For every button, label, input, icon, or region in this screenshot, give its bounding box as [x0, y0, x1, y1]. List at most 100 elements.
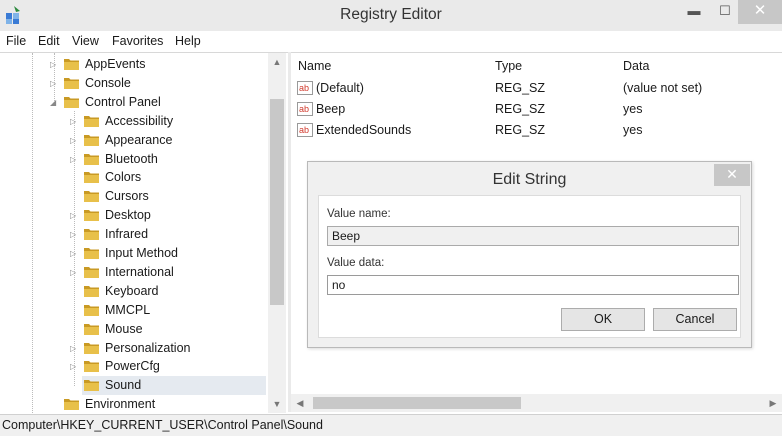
- tree-item-label: Cursors: [105, 189, 149, 204]
- tree-item[interactable]: Cursors: [82, 187, 266, 206]
- expand-arrow-icon[interactable]: ◢: [50, 93, 56, 112]
- scroll-down-arrow-icon[interactable]: ▼: [268, 395, 286, 413]
- menu-favorites[interactable]: Favorites: [112, 34, 163, 48]
- value-row-beep[interactable]: ab Beep REG_SZ yes: [291, 99, 782, 120]
- folder-icon: [84, 115, 99, 127]
- tree-item[interactable]: Environment: [62, 395, 266, 413]
- status-bar-path: Computer\HKEY_CURRENT_USER\Control Panel…: [0, 414, 782, 436]
- folder-icon: [84, 134, 99, 146]
- tree-item[interactable]: ▷ Infrared: [70, 225, 266, 244]
- folder-icon: [84, 248, 99, 259]
- expand-arrow-icon[interactable]: ▷: [70, 112, 76, 131]
- minimize-button[interactable]: ▬: [678, 0, 710, 24]
- tree-item[interactable]: ▷ AppEvents: [50, 55, 266, 74]
- menu-file[interactable]: File: [6, 34, 26, 48]
- scroll-thumb[interactable]: [270, 99, 284, 305]
- value-type: REG_SZ: [495, 102, 546, 116]
- cancel-button[interactable]: Cancel: [653, 308, 737, 331]
- title-bar: Registry Editor ▬ ☐ ✕: [0, 0, 782, 31]
- tree-item[interactable]: ▷ International: [70, 263, 266, 282]
- folder-icon: [84, 266, 99, 278]
- tree-item[interactable]: ▷ Accessibility: [70, 112, 266, 131]
- tree-item[interactable]: MMCPL: [82, 301, 266, 320]
- folder-icon: [84, 380, 99, 392]
- value-name-field[interactable]: Beep: [327, 226, 739, 246]
- close-button[interactable]: ✕: [738, 0, 782, 24]
- scroll-right-arrow-icon[interactable]: ▶: [764, 394, 782, 412]
- tree-item[interactable]: ▷ Bluetooth: [70, 150, 266, 169]
- expand-arrow-icon[interactable]: ▷: [70, 339, 76, 358]
- tree-item-label: PowerCfg: [105, 359, 160, 374]
- value-name: Beep: [316, 102, 346, 116]
- scroll-thumb[interactable]: [313, 397, 521, 409]
- dialog-close-button[interactable]: ✕: [714, 164, 750, 186]
- string-value-icon: ab: [297, 123, 313, 137]
- value-row-extendedsounds[interactable]: ab ExtendedSounds REG_SZ yes: [291, 120, 782, 141]
- dialog-title: Edit String: [492, 171, 567, 188]
- tree-item-label: Accessibility: [105, 113, 174, 128]
- expand-arrow-icon[interactable]: ▷: [70, 206, 76, 225]
- folder-icon: [64, 59, 79, 70]
- column-header-name[interactable]: Name: [298, 59, 331, 73]
- tree-vertical-scrollbar[interactable]: ▲ ▼: [268, 53, 286, 413]
- folder-icon: [84, 361, 99, 373]
- menu-help[interactable]: Help: [175, 34, 201, 48]
- key-tree: ▷ AppEvents ▷ Console ◢ Control Panel ▷ Accessi…: [0, 53, 268, 413]
- tree-item-label: Personalization: [105, 340, 191, 355]
- value-name: ExtendedSounds: [316, 123, 412, 137]
- folder-icon: [84, 342, 99, 354]
- tree-item[interactable]: Keyboard: [82, 282, 266, 301]
- svg-text:ab: ab: [299, 104, 309, 114]
- folder-icon: [64, 399, 79, 411]
- tree-item[interactable]: Sound: [82, 376, 266, 396]
- tree-item[interactable]: ▷ Input Method: [70, 244, 266, 263]
- value-type: REG_SZ: [495, 123, 546, 137]
- tree-item[interactable]: ◢ Control Panel: [50, 93, 266, 112]
- folder-icon: [84, 323, 99, 335]
- tree-item[interactable]: Colors: [82, 168, 266, 187]
- value-data: (value not set): [623, 81, 703, 95]
- scroll-left-arrow-icon[interactable]: ◀: [291, 394, 309, 412]
- tree-item[interactable]: ▷ Desktop: [70, 206, 266, 225]
- expand-arrow-icon[interactable]: ▷: [70, 131, 76, 150]
- expand-arrow-icon[interactable]: ▷: [70, 225, 76, 244]
- tree-item-label: Bluetooth: [105, 151, 158, 166]
- window-title: Registry Editor: [340, 6, 442, 23]
- svg-text:ab: ab: [299, 125, 309, 135]
- expand-arrow-icon[interactable]: ▷: [70, 357, 76, 376]
- folder-icon: [84, 285, 99, 297]
- menu-edit[interactable]: Edit: [38, 34, 60, 48]
- edit-string-dialog: Edit String ✕ Value name: Beep Value dat…: [307, 161, 752, 348]
- expand-arrow-icon[interactable]: ▷: [50, 74, 56, 93]
- menu-view[interactable]: View: [72, 34, 99, 48]
- list-horizontal-scrollbar[interactable]: ◀ ▶: [291, 394, 782, 412]
- tree-item-label: Sound: [105, 378, 142, 393]
- value-name: (Default): [316, 81, 364, 95]
- tree-item[interactable]: ▷ PowerCfg: [70, 357, 266, 376]
- tree-item-label: Control Panel: [85, 94, 161, 109]
- expand-arrow-icon[interactable]: ▷: [70, 150, 76, 169]
- folder-icon: [64, 77, 79, 89]
- value-data: yes: [623, 123, 643, 137]
- expand-arrow-icon[interactable]: ▷: [70, 244, 76, 263]
- tree-item[interactable]: ▷ Personalization: [70, 339, 266, 358]
- value-data-input[interactable]: no: [327, 275, 739, 295]
- value-type: REG_SZ: [495, 81, 546, 95]
- string-value-icon: ab: [297, 102, 313, 116]
- ok-button[interactable]: OK: [561, 308, 645, 331]
- key-tree-pane[interactable]: ▷ AppEvents ▷ Console ◢ Control Panel ▷ Accessi…: [0, 52, 288, 413]
- column-header-data[interactable]: Data: [623, 59, 649, 73]
- scroll-up-arrow-icon[interactable]: ▲: [268, 53, 286, 71]
- expand-arrow-icon[interactable]: ▷: [70, 263, 76, 282]
- maximize-button[interactable]: ☐: [709, 0, 741, 24]
- tree-item-label: Appearance: [105, 132, 173, 147]
- string-value-icon: ab: [297, 81, 313, 95]
- tree-item[interactable]: Mouse: [82, 320, 266, 339]
- folder-icon: [84, 191, 99, 203]
- tree-item[interactable]: ▷ Appearance: [70, 131, 266, 150]
- folder-icon: [84, 172, 99, 184]
- column-header-type[interactable]: Type: [495, 59, 522, 73]
- tree-item[interactable]: ▷ Console: [50, 74, 266, 93]
- value-row-default[interactable]: ab (Default) REG_SZ (value not set): [291, 78, 782, 99]
- expand-arrow-icon[interactable]: ▷: [50, 55, 56, 74]
